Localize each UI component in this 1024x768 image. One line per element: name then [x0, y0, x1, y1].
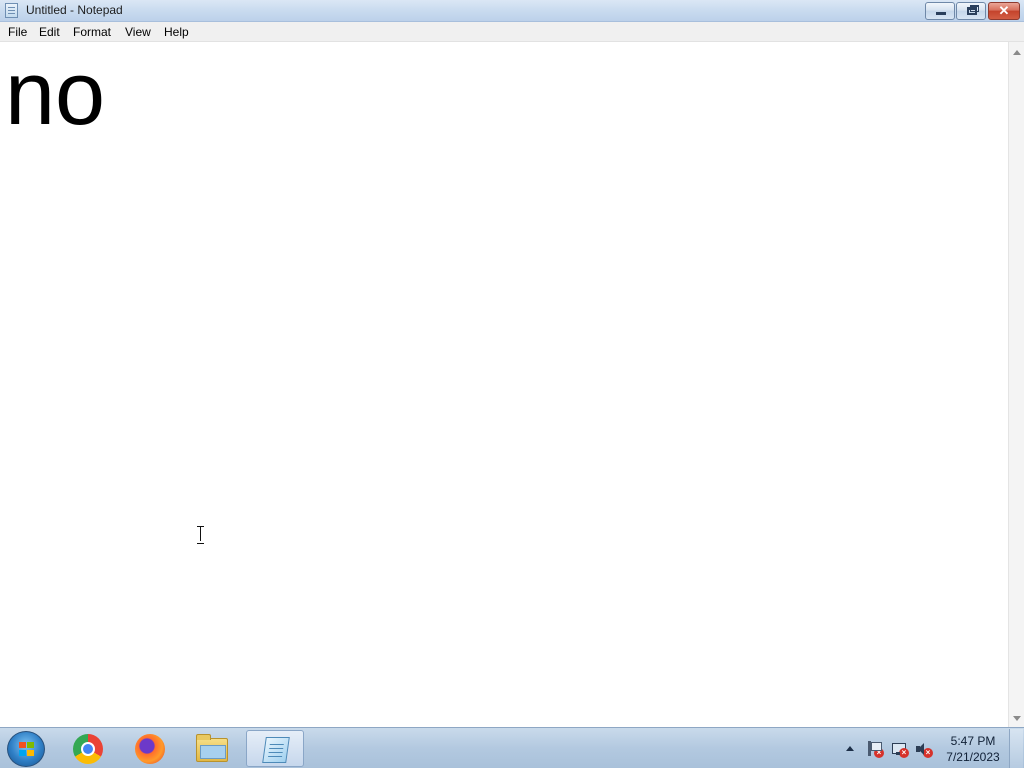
menu-edit[interactable]: Edit [39, 25, 60, 39]
error-badge-icon: × [874, 748, 884, 758]
system-clock[interactable]: 5:47 PM 7/21/2023 [942, 733, 1004, 765]
minimize-icon [936, 12, 946, 15]
text-cursor-icon [197, 526, 205, 544]
minimize-button[interactable] [925, 2, 955, 20]
vertical-scrollbar[interactable] [1008, 42, 1024, 727]
menu-bar: File Edit Format View Help [0, 22, 1024, 42]
window-title: Untitled - Notepad [26, 3, 123, 17]
windows-start-icon [19, 742, 35, 757]
restore-icon-front [967, 7, 977, 15]
taskbar-app-file-explorer[interactable] [183, 730, 241, 767]
network-icon[interactable]: × [891, 741, 909, 758]
volume-muted-icon[interactable]: × [915, 741, 933, 758]
close-icon: ✕ [998, 3, 1010, 18]
menu-view[interactable]: View [125, 25, 151, 39]
text-editor-area[interactable]: no [0, 42, 1008, 727]
title-bar[interactable]: Untitled - Notepad ✕ [0, 0, 1024, 22]
firefox-icon [135, 734, 165, 764]
close-button[interactable]: ✕ [988, 2, 1020, 20]
menu-help[interactable]: Help [164, 25, 189, 39]
taskbar-app-chrome[interactable] [59, 730, 117, 767]
folder-icon [196, 734, 228, 762]
start-button[interactable] [7, 731, 45, 767]
taskbar-app-firefox[interactable] [121, 730, 179, 767]
scroll-down-arrow-icon[interactable] [1013, 716, 1021, 721]
editor-content[interactable]: no [5, 46, 105, 142]
taskbar: × × × 5:47 PM 7/21/2023 [0, 727, 1024, 768]
menu-format[interactable]: Format [73, 25, 111, 39]
clock-date: 7/21/2023 [946, 750, 1000, 764]
error-badge-icon: × [899, 748, 909, 758]
show-hidden-icons-arrow[interactable] [846, 746, 854, 751]
mute-badge-icon: × [923, 748, 933, 758]
taskbar-app-notepad[interactable] [246, 730, 304, 767]
chrome-icon [73, 734, 103, 764]
show-desktop-button[interactable] [1009, 729, 1023, 768]
maximize-button[interactable] [956, 2, 986, 20]
menu-file[interactable]: File [8, 25, 27, 39]
notepad-icon[interactable] [5, 3, 18, 18]
clock-time: 5:47 PM [950, 734, 996, 748]
notepad-icon [262, 737, 290, 763]
scroll-up-arrow-icon[interactable] [1013, 50, 1021, 55]
action-center-icon[interactable]: × [866, 741, 884, 758]
